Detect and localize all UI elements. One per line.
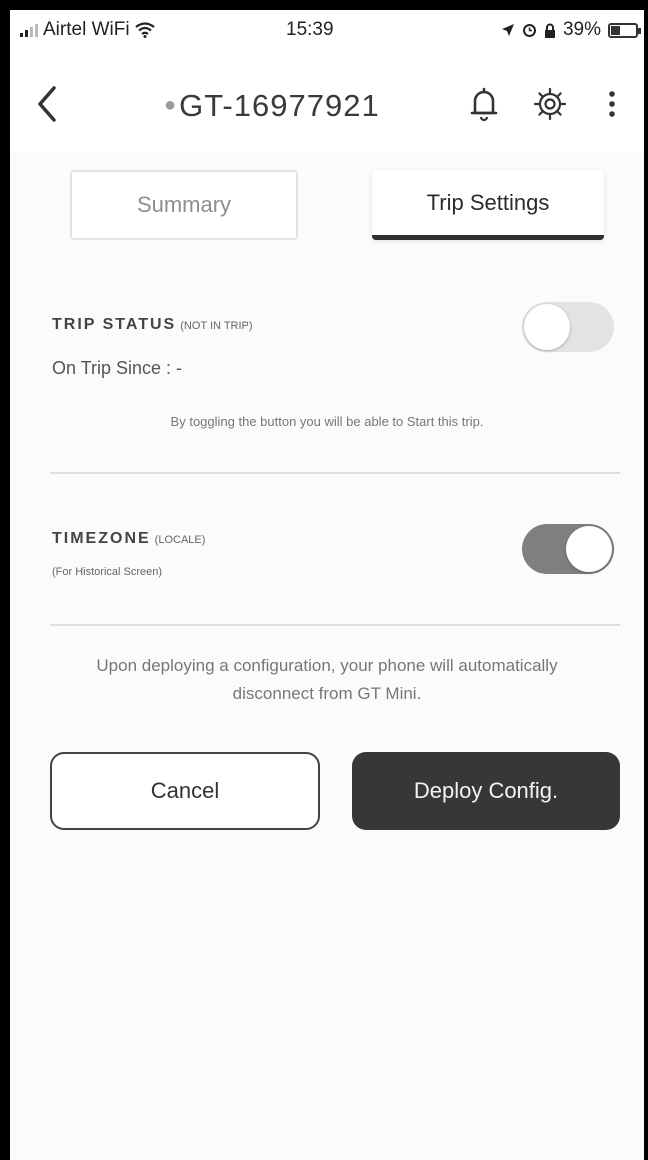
toggle-knob	[566, 526, 612, 572]
trip-status-state: (NOT IN TRIP)	[180, 320, 253, 332]
status-dot-icon: ●	[164, 94, 178, 116]
status-time: 15:39	[286, 19, 334, 40]
tab-summary[interactable]: Summary	[70, 170, 298, 240]
app-screen: Airtel WiFi 15:39 39% ●GT-16977921 Summa…	[10, 10, 644, 1160]
back-chevron-icon	[38, 86, 56, 122]
timezone-label: TIMEZONE (LOCALE)	[52, 530, 205, 548]
deploy-note: Upon deploying a configuration, your pho…	[96, 656, 558, 703]
timezone-toggle[interactable]	[522, 524, 614, 574]
timezone-subtitle: (For Historical Screen)	[52, 566, 163, 578]
settings-button[interactable]	[528, 82, 572, 126]
trip-toggle-hint: By toggling the button you will be able …	[170, 414, 484, 429]
alarm-icon	[522, 23, 536, 37]
timezone-title: TIMEZONE	[52, 530, 151, 547]
more-options-button[interactable]	[598, 82, 626, 126]
timezone-section: TIMEZONE (LOCALE) (For Historical Screen)	[10, 510, 644, 620]
notifications-button[interactable]	[462, 82, 506, 126]
tab-trip-settings[interactable]: Trip Settings	[372, 170, 604, 240]
wifi-icon	[134, 22, 155, 38]
back-button[interactable]	[32, 78, 72, 128]
battery-icon	[608, 22, 641, 38]
status-bar: Airtel WiFi 15:39 39%	[10, 10, 644, 52]
cancel-button[interactable]: Cancel	[50, 752, 320, 830]
gear-icon	[533, 87, 567, 121]
tab-bar: Summary Trip Settings	[10, 170, 644, 260]
trip-status-title: TRIP STATUS	[52, 316, 177, 333]
battery-percent: 39%	[562, 19, 601, 40]
app-header: ●GT-16977921	[10, 52, 644, 152]
deploy-config-button[interactable]: Deploy Config.	[352, 752, 620, 830]
device-id: GT-16977921	[179, 88, 380, 123]
carrier-name: Airtel WiFi	[43, 19, 130, 40]
on-trip-since: On Trip Since : -	[52, 358, 183, 378]
status-left: Airtel WiFi	[20, 19, 155, 41]
divider	[50, 624, 620, 626]
trip-status-section: TRIP STATUS (NOT IN TRIP) On Trip Since :…	[10, 300, 644, 480]
bell-icon	[470, 87, 498, 122]
trip-status-label: TRIP STATUS (NOT IN TRIP)	[52, 316, 253, 334]
divider	[50, 472, 620, 474]
more-vertical-icon	[609, 91, 615, 117]
toggle-knob	[524, 304, 570, 350]
lock-icon	[544, 23, 555, 38]
device-title: ●GT-16977921	[164, 88, 380, 124]
signal-icon	[20, 23, 38, 37]
status-right: 39%	[501, 19, 641, 41]
location-icon	[501, 24, 514, 36]
timezone-state: (LOCALE)	[154, 534, 206, 546]
trip-status-toggle[interactable]	[522, 302, 614, 352]
